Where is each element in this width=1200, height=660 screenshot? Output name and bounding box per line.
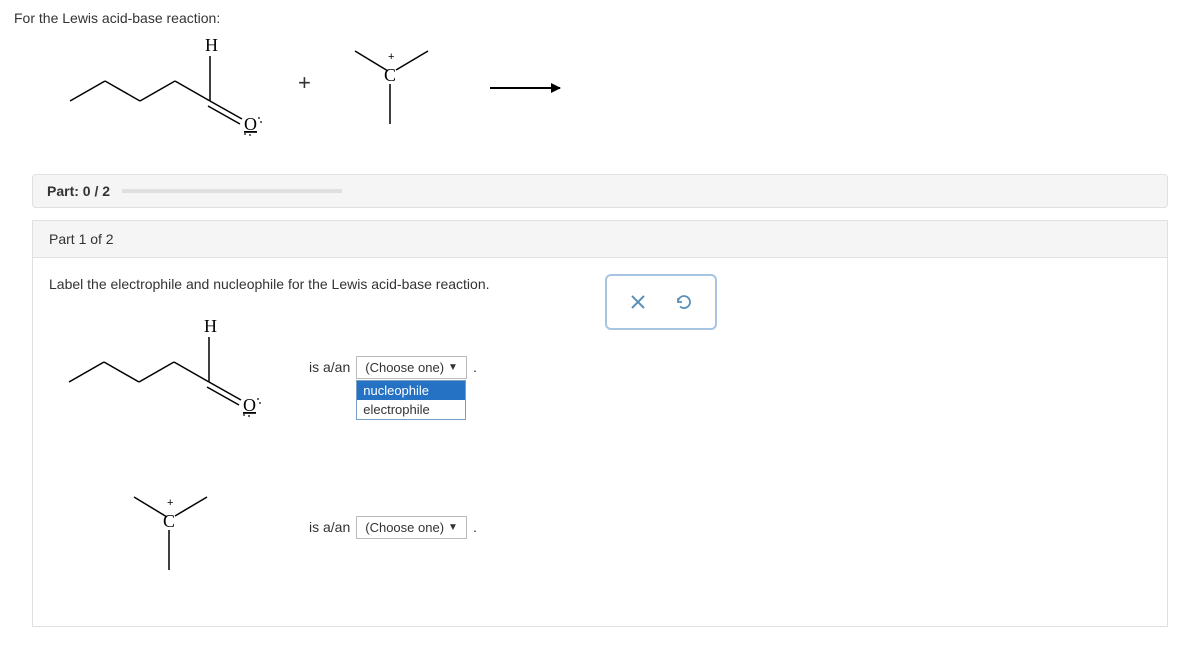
period-2: .	[473, 519, 477, 535]
molecule-carbocation: C +	[49, 472, 309, 582]
part-instruction: Label the electrophile and nucleophile f…	[49, 276, 1151, 292]
part-header: Part 1 of 2	[33, 221, 1167, 258]
svg-text:+: +	[388, 51, 394, 63]
svg-text:C: C	[163, 511, 175, 531]
select-1[interactable]: (Choose one)▼	[356, 356, 467, 379]
svg-text:H: H	[205, 35, 218, 55]
chevron-down-icon: ▼	[448, 522, 458, 533]
molecule-aldehyde-top: H O	[60, 36, 270, 156]
is-an-label-1: is a/an	[309, 359, 350, 375]
svg-text:O: O	[243, 395, 256, 415]
svg-text:H: H	[204, 316, 217, 336]
option-nucleophile[interactable]: nucleophile	[357, 381, 465, 400]
select-2[interactable]: (Choose one)▼	[356, 516, 467, 539]
period-1: .	[473, 359, 477, 375]
question-prompt: For the Lewis acid-base reaction:	[0, 0, 1200, 36]
molecule-carbocation-top: C +	[340, 36, 450, 146]
svg-text:O: O	[244, 114, 257, 134]
svg-text:C: C	[384, 65, 396, 85]
chevron-down-icon: ▼	[448, 362, 458, 373]
part-panel: Part 1 of 2 Label the electrophile and n…	[32, 220, 1168, 627]
svg-text:+: +	[167, 497, 173, 509]
plus-symbol: +	[298, 70, 311, 96]
progress-label: Part: 0 / 2	[47, 183, 110, 199]
molecule-aldehyde: H O	[49, 312, 309, 422]
progress-bar: Part: 0 / 2	[32, 174, 1168, 208]
option-electrophile[interactable]: electrophile	[357, 400, 465, 419]
reaction-arrow	[490, 76, 560, 92]
reaction-diagram: H O + C +	[60, 36, 1200, 166]
is-an-label-2: is a/an	[309, 519, 350, 535]
select-1-dropdown: nucleophile electrophile	[356, 380, 466, 420]
progress-track	[122, 189, 342, 193]
